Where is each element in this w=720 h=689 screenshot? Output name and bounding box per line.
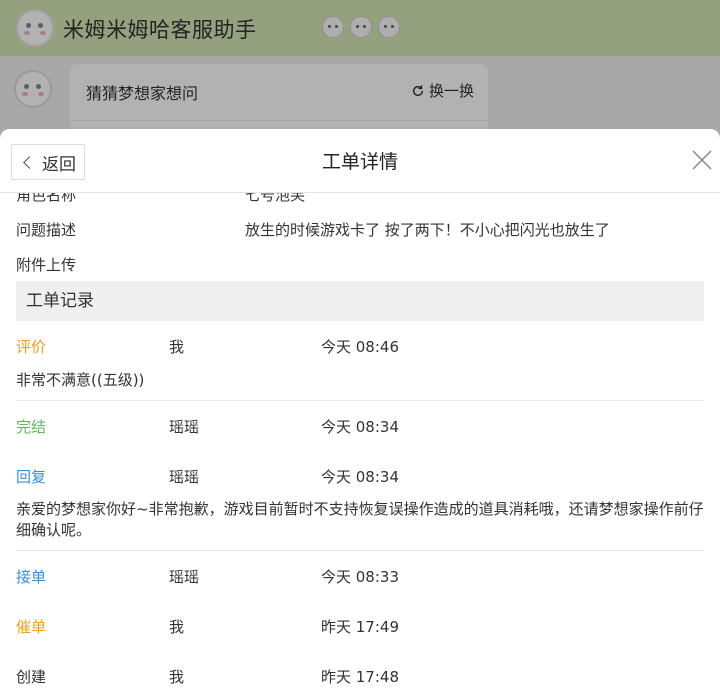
attachment-label: 附件上传 bbox=[16, 256, 77, 274]
close-icon[interactable] bbox=[690, 148, 714, 172]
record-user: 瑶瑶 bbox=[169, 568, 200, 586]
record-action: 催单 bbox=[16, 618, 47, 636]
record-divider bbox=[16, 550, 704, 551]
record-time: 昨天 17:48 bbox=[321, 668, 399, 686]
role-name-value: 七号泡芙 bbox=[245, 193, 306, 204]
record-user: 瑶瑶 bbox=[169, 468, 200, 486]
record-time: 今天 08:46 bbox=[321, 338, 399, 356]
record-user: 我 bbox=[169, 338, 185, 356]
ticket-detail-modal: 返回 工单详情 角色名称 七号泡芙 问题描述 放生的时候游戏卡了 按了两下！不小… bbox=[0, 129, 720, 689]
record-user: 瑶瑶 bbox=[169, 418, 200, 436]
record-content: 非常不满意((五级)) bbox=[16, 371, 145, 389]
description-value: 放生的时候游戏卡了 按了两下！不小心把闪光也放生了 bbox=[245, 221, 610, 239]
record-time: 昨天 17:49 bbox=[321, 618, 399, 636]
description-label: 问题描述 bbox=[16, 221, 77, 239]
record-time: 今天 08:34 bbox=[321, 418, 399, 436]
modal-header: 返回 工单详情 bbox=[0, 129, 720, 193]
record-time: 今天 08:33 bbox=[321, 568, 399, 586]
record-action: 回复 bbox=[16, 468, 47, 486]
role-name-label: 角色名称 bbox=[16, 193, 77, 204]
record-user: 我 bbox=[169, 668, 185, 686]
records-section-header: 工单记录 bbox=[16, 281, 704, 321]
record-content: 亲爱的梦想家你好~非常抱歉，游戏目前暂时不支持恢复误操作造成的道具消耗哦，还请梦… bbox=[16, 500, 704, 539]
record-action: 接单 bbox=[16, 568, 47, 586]
record-action: 完结 bbox=[16, 418, 47, 436]
record-time: 今天 08:34 bbox=[321, 468, 399, 486]
record-action: 创建 bbox=[16, 668, 47, 686]
record-user: 我 bbox=[169, 618, 185, 636]
record-action: 评价 bbox=[16, 338, 47, 356]
record-divider bbox=[16, 400, 704, 401]
modal-content[interactable]: 角色名称 七号泡芙 问题描述 放生的时候游戏卡了 按了两下！不小心把闪光也放生了… bbox=[0, 193, 720, 689]
modal-title: 工单详情 bbox=[321, 151, 398, 173]
